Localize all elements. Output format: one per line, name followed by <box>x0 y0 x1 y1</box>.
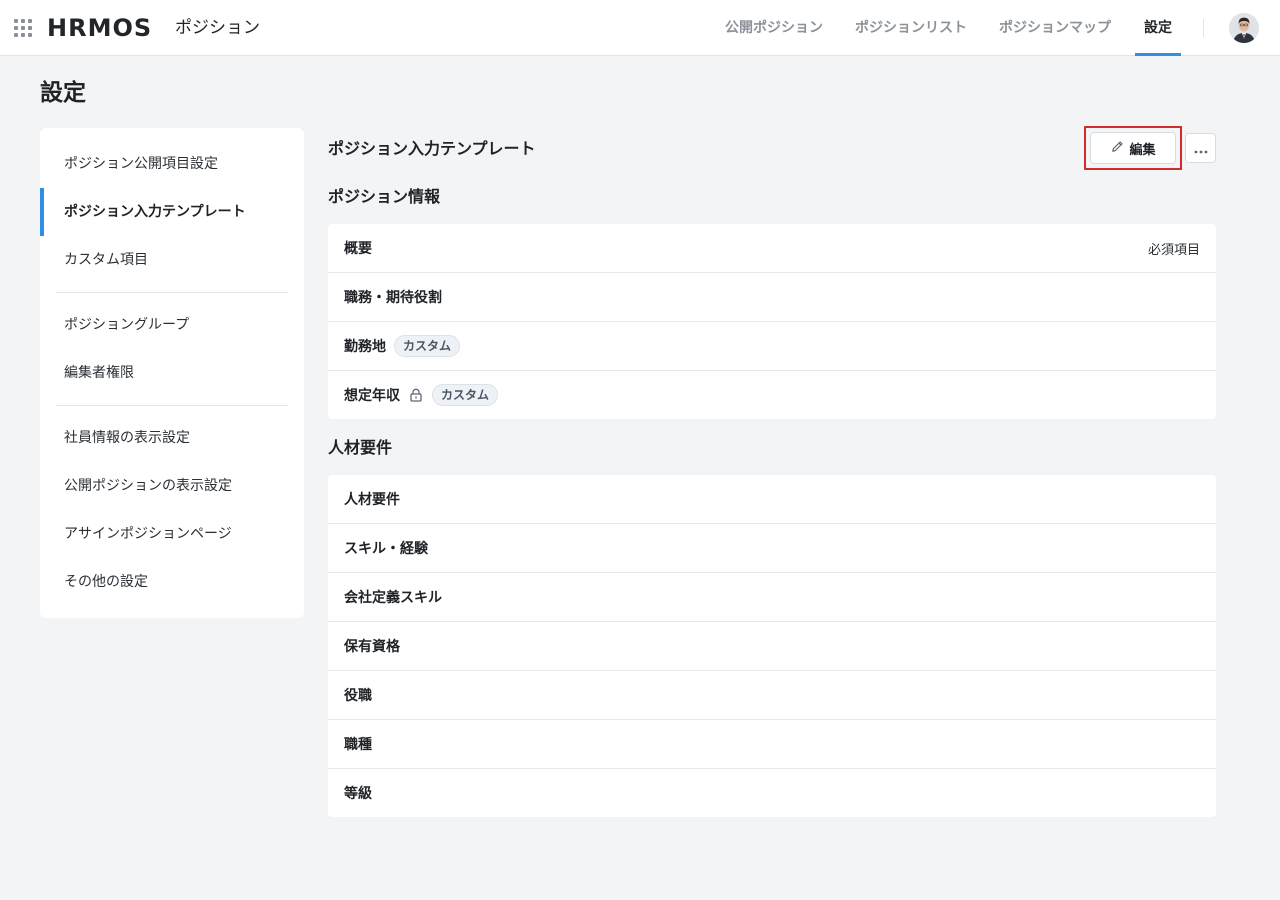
user-avatar[interactable] <box>1229 13 1259 43</box>
sidebar-item-other-settings[interactable]: その他の設定 <box>40 558 304 606</box>
row-label: 職種 <box>344 737 372 753</box>
page-title: 設定 <box>40 80 86 106</box>
table-row: 勤務地 カスタム <box>328 322 1216 371</box>
position-info-card: 概要 必須項目 職務・期待役割 勤務地 カスタム 想定年収 カスタム <box>328 224 1216 419</box>
row-label: 会社定義スキル <box>344 590 442 606</box>
edit-button-label: 編集 <box>1129 142 1156 158</box>
sidebar-item-public-position-display[interactable]: 公開ポジションの表示設定 <box>40 462 304 510</box>
sidebar-item-assign-position-page[interactable]: アサインポジションページ <box>40 510 304 558</box>
sidebar-divider <box>56 405 288 406</box>
sidebar-item-position-groups[interactable]: ポジショングループ <box>40 301 304 349</box>
required-label: 必須項目 <box>1147 242 1200 258</box>
talent-requirements-card: 人材要件 スキル・経験 会社定義スキル 保有資格 役職 職種 等級 <box>328 475 1216 817</box>
avatar-image <box>1229 13 1259 43</box>
row-label: 職務・期待役割 <box>344 290 442 306</box>
tab-public-positions[interactable]: 公開ポジション <box>725 0 823 56</box>
more-options-button[interactable] <box>1185 133 1216 163</box>
table-row: 役職 <box>328 671 1216 720</box>
table-row: 保有資格 <box>328 622 1216 671</box>
row-label: 等級 <box>344 786 372 802</box>
sidebar-item-input-template[interactable]: ポジション入力テンプレート <box>40 188 304 236</box>
pencil-icon <box>1110 139 1125 158</box>
table-row: 会社定義スキル <box>328 573 1216 622</box>
sidebar-item-custom-fields[interactable]: カスタム項目 <box>40 236 304 284</box>
tab-settings[interactable]: 設定 <box>1135 0 1181 56</box>
row-label: スキル・経験 <box>344 541 428 557</box>
sidebar-item-editor-permissions[interactable]: 編集者権限 <box>40 349 304 397</box>
sidebar-item-public-fields[interactable]: ポジション公開項目設定 <box>40 140 304 188</box>
row-label: 概要 <box>344 241 372 257</box>
more-dots-icon <box>1193 139 1209 158</box>
top-header: HRMOS ポジション 公開ポジション ポジションリスト ポジションマップ 設定 <box>0 0 1280 56</box>
table-row: 職務・期待役割 <box>328 273 1216 322</box>
table-row: 人材要件 <box>328 475 1216 524</box>
template-title: ポジション入力テンプレート <box>328 139 536 158</box>
edit-button[interactable]: 編集 <box>1090 132 1176 164</box>
section-title-talent-requirements: 人材要件 <box>328 438 393 457</box>
nav-divider <box>1203 19 1204 37</box>
section-title-position-info: ポジション情報 <box>328 187 441 206</box>
row-label: 保有資格 <box>344 639 400 655</box>
table-row: スキル・経験 <box>328 524 1216 573</box>
table-row: 等級 <box>328 769 1216 817</box>
row-label: 役職 <box>344 688 372 704</box>
row-label: 人材要件 <box>344 492 400 508</box>
app-grid-icon[interactable] <box>14 19 32 37</box>
row-label: 想定年収 <box>344 388 400 404</box>
custom-badge: カスタム <box>432 384 499 406</box>
product-name: ポジション <box>175 18 260 38</box>
custom-badge: カスタム <box>394 335 461 357</box>
tab-position-list[interactable]: ポジションリスト <box>855 0 967 56</box>
lock-icon <box>408 387 424 403</box>
tab-position-map[interactable]: ポジションマップ <box>999 0 1111 56</box>
table-row: 概要 必須項目 <box>328 224 1216 273</box>
settings-sidebar: ポジション公開項目設定 ポジション入力テンプレート カスタム項目 ポジショングル… <box>40 128 304 618</box>
sidebar-divider <box>56 292 288 293</box>
sidebar-item-employee-display[interactable]: 社員情報の表示設定 <box>40 414 304 462</box>
table-row: 職種 <box>328 720 1216 769</box>
table-row: 想定年収 カスタム <box>328 371 1216 419</box>
row-label: 勤務地 <box>344 339 386 355</box>
hrmos-logo[interactable]: HRMOS <box>47 14 152 42</box>
